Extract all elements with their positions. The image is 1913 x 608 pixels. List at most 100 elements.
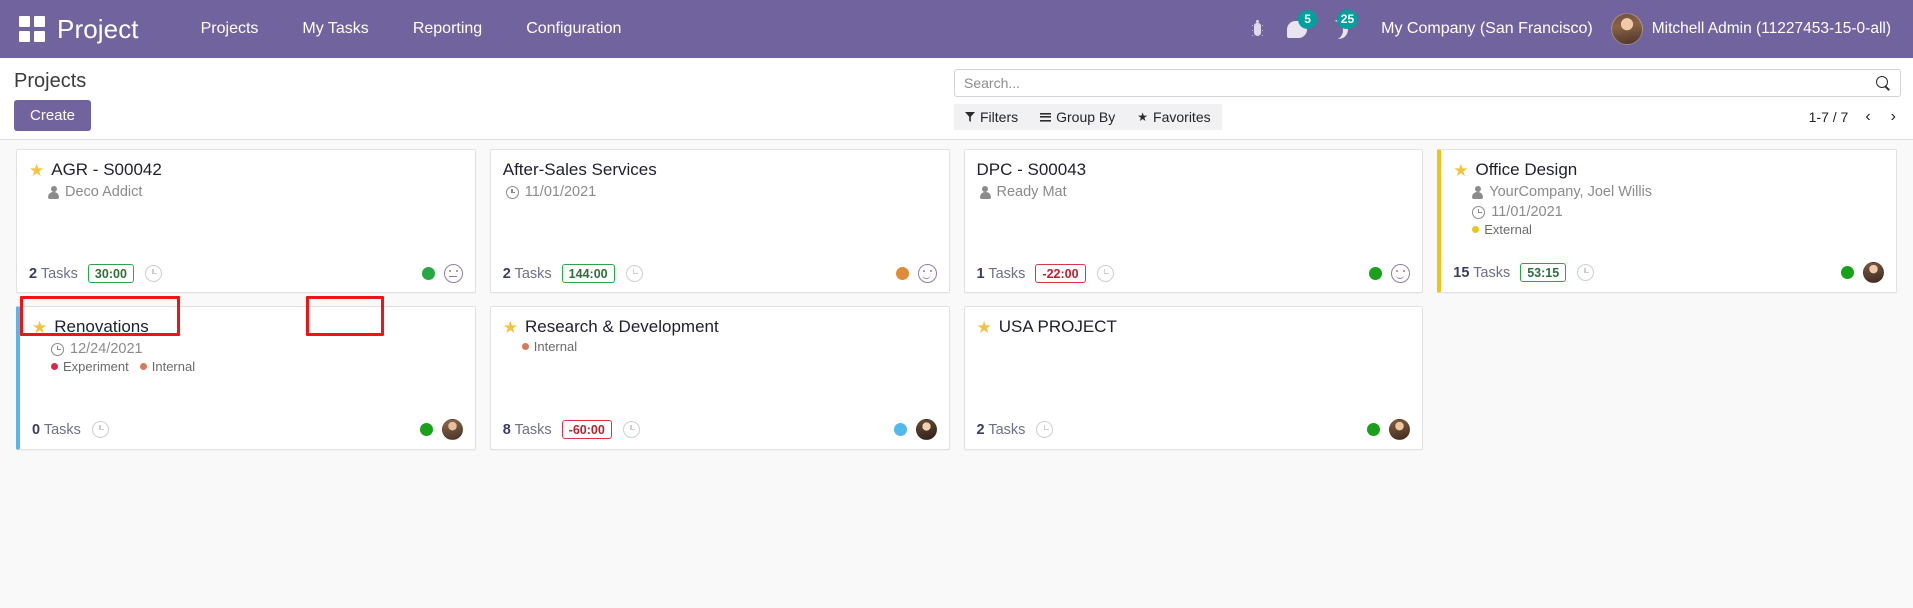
card-footer-right xyxy=(893,419,937,440)
project-card[interactable]: DPC - S00043 Ready Mat 1 Tasks -22:00 xyxy=(963,149,1424,293)
time-badge[interactable]: 53:15 xyxy=(1520,263,1567,282)
star-icon[interactable]: ★ xyxy=(977,319,992,336)
tasks-counter[interactable]: 0 Tasks xyxy=(32,422,81,438)
menu-item-my-tasks[interactable]: My Tasks xyxy=(280,1,390,57)
star-icon[interactable]: ★ xyxy=(29,162,44,179)
tasks-counter[interactable]: 2 Tasks xyxy=(503,266,552,282)
tasks-count: 0 xyxy=(32,421,41,438)
create-button[interactable]: Create xyxy=(14,100,92,131)
kanban-cell: ★ Research & Development Internal 8 Tasks -6… xyxy=(483,306,957,463)
tag-dot-icon xyxy=(139,363,147,370)
smiley-neutral-icon[interactable] xyxy=(443,264,463,283)
star-icon[interactable]: ★ xyxy=(1453,162,1468,179)
project-card[interactable]: ★ AGR - S00042 Deco Addict 2 Tasks 30:00 xyxy=(16,149,476,293)
pager-previous-icon[interactable]: ‹ xyxy=(1862,109,1873,125)
time-badge[interactable]: 144:00 xyxy=(561,264,615,283)
pager-next-icon[interactable]: › xyxy=(1888,109,1899,125)
status-dot-icon[interactable] xyxy=(1841,266,1854,279)
bug-glyph xyxy=(1250,19,1265,39)
tag[interactable]: External xyxy=(1472,222,1532,237)
menu-item-projects[interactable]: Projects xyxy=(179,1,281,57)
star-icon[interactable]: ★ xyxy=(503,319,518,336)
tag[interactable]: Internal xyxy=(521,339,577,354)
control-panel-right: Filters Group By ★ Favorites 1-7 / 7 ‹ › xyxy=(954,69,1901,130)
customer-name: Ready Mat xyxy=(996,184,1067,200)
tag-dot-icon xyxy=(51,363,58,370)
assignee-avatar[interactable] xyxy=(1389,419,1411,440)
control-panel-left: Projects Create xyxy=(14,58,92,131)
card-title-row: After-Sales Services xyxy=(503,160,937,180)
project-name: USA PROJECT xyxy=(998,317,1117,336)
project-card[interactable]: ★ Office Design YourCompany, Joel Willis 11… xyxy=(1437,149,1897,293)
project-card[interactable]: ★ Research & Development Internal 8 Tasks -6… xyxy=(489,306,950,450)
card-meta: YourCompany, Joel Willis 11/01/2021 Extern… xyxy=(1472,182,1884,237)
tag-label: External xyxy=(1484,222,1532,237)
tasks-counter[interactable]: 1 Tasks xyxy=(977,266,1026,282)
card-meta: Deco Addict xyxy=(48,182,463,202)
menu-item-configuration[interactable]: Configuration xyxy=(504,1,643,57)
tag-label: Experiment xyxy=(63,359,129,374)
card-footer: 0 Tasks xyxy=(32,419,463,440)
page-title: Projects xyxy=(14,70,87,92)
messages-icon[interactable]: 5 xyxy=(1276,0,1318,58)
project-card[interactable]: ★ USA PROJECT 2 Tasks xyxy=(963,306,1424,450)
status-dot-icon[interactable] xyxy=(421,267,435,280)
time-badge[interactable]: 30:00 xyxy=(87,264,134,283)
status-dot-icon[interactable] xyxy=(895,267,909,280)
tag-dot-icon xyxy=(1472,226,1480,233)
customer-line: YourCompany, Joel Willis xyxy=(1472,182,1884,202)
smiley-happy-icon[interactable] xyxy=(917,264,937,283)
project-card[interactable]: ★ Renovations 12/24/2021 Experiment Internal… xyxy=(16,306,476,450)
card-footer: 2 Tasks 144:00 xyxy=(503,264,937,283)
favorites-button[interactable]: ★ Favorites xyxy=(1126,104,1221,130)
search-input[interactable] xyxy=(964,75,1876,91)
time-badge[interactable]: -22:00 xyxy=(1035,264,1086,283)
group-by-button[interactable]: Group By xyxy=(1029,104,1126,130)
status-dot-icon[interactable] xyxy=(893,423,907,436)
timesheet-clock-icon[interactable] xyxy=(144,265,162,282)
kanban-cell: ★ Office Design YourCompany, Joel Willis 11… xyxy=(1430,149,1904,306)
menu-item-reporting[interactable]: Reporting xyxy=(391,1,504,57)
tasks-counter[interactable]: 2 Tasks xyxy=(29,266,78,282)
app-brand-project[interactable]: Project xyxy=(57,14,139,45)
timesheet-clock-icon[interactable] xyxy=(91,421,109,438)
tag[interactable]: Internal xyxy=(139,359,195,374)
smiley-happy-icon[interactable] xyxy=(1391,264,1411,283)
status-dot-icon[interactable] xyxy=(419,423,433,436)
card-title-row: ★ Renovations xyxy=(32,317,463,337)
apps-grid-icon[interactable] xyxy=(19,16,45,42)
timesheet-clock-icon[interactable] xyxy=(1036,421,1054,438)
time-badge[interactable]: -60:00 xyxy=(561,420,612,439)
user-menu[interactable]: Mitchell Admin (11227453-15-0-all) xyxy=(1610,13,1895,45)
status-dot-icon[interactable] xyxy=(1367,423,1381,436)
tasks-count: 8 xyxy=(502,421,511,438)
star-icon: ★ xyxy=(1137,110,1149,124)
search-icon[interactable] xyxy=(1876,75,1891,91)
assignee-avatar[interactable] xyxy=(1863,262,1884,283)
activities-clock-icon[interactable]: 25 xyxy=(1318,0,1359,58)
timesheet-clock-icon[interactable] xyxy=(622,421,640,438)
tasks-counter[interactable]: 2 Tasks xyxy=(977,422,1026,438)
filter-button-group: Filters Group By ★ Favorites xyxy=(954,104,1222,130)
company-selector[interactable]: My Company (San Francisco) xyxy=(1381,20,1593,38)
tag[interactable]: Experiment xyxy=(51,359,129,374)
tasks-count: 2 xyxy=(976,421,985,438)
tasks-counter[interactable]: 15 Tasks xyxy=(1453,265,1510,281)
search-bar[interactable] xyxy=(954,69,1901,97)
project-card[interactable]: After-Sales Services 11/01/2021 2 Tasks 144… xyxy=(489,149,950,293)
assignee-avatar[interactable] xyxy=(915,419,937,440)
tag-list: External xyxy=(1472,222,1884,237)
card-footer: 2 Tasks xyxy=(977,419,1411,440)
favorites-label: Favorites xyxy=(1153,109,1211,125)
bug-icon[interactable] xyxy=(1239,0,1276,58)
status-dot-icon[interactable] xyxy=(1369,267,1383,280)
tasks-counter[interactable]: 8 Tasks xyxy=(503,422,552,438)
card-meta: 11/01/2021 xyxy=(505,182,937,202)
filters-button[interactable]: Filters xyxy=(954,104,1029,130)
timesheet-clock-icon[interactable] xyxy=(1577,264,1595,281)
star-icon[interactable]: ★ xyxy=(32,319,47,336)
project-date: 11/01/2021 xyxy=(524,184,597,200)
timesheet-clock-icon[interactable] xyxy=(1096,265,1114,282)
assignee-avatar[interactable] xyxy=(441,419,463,440)
timesheet-clock-icon[interactable] xyxy=(625,265,643,282)
